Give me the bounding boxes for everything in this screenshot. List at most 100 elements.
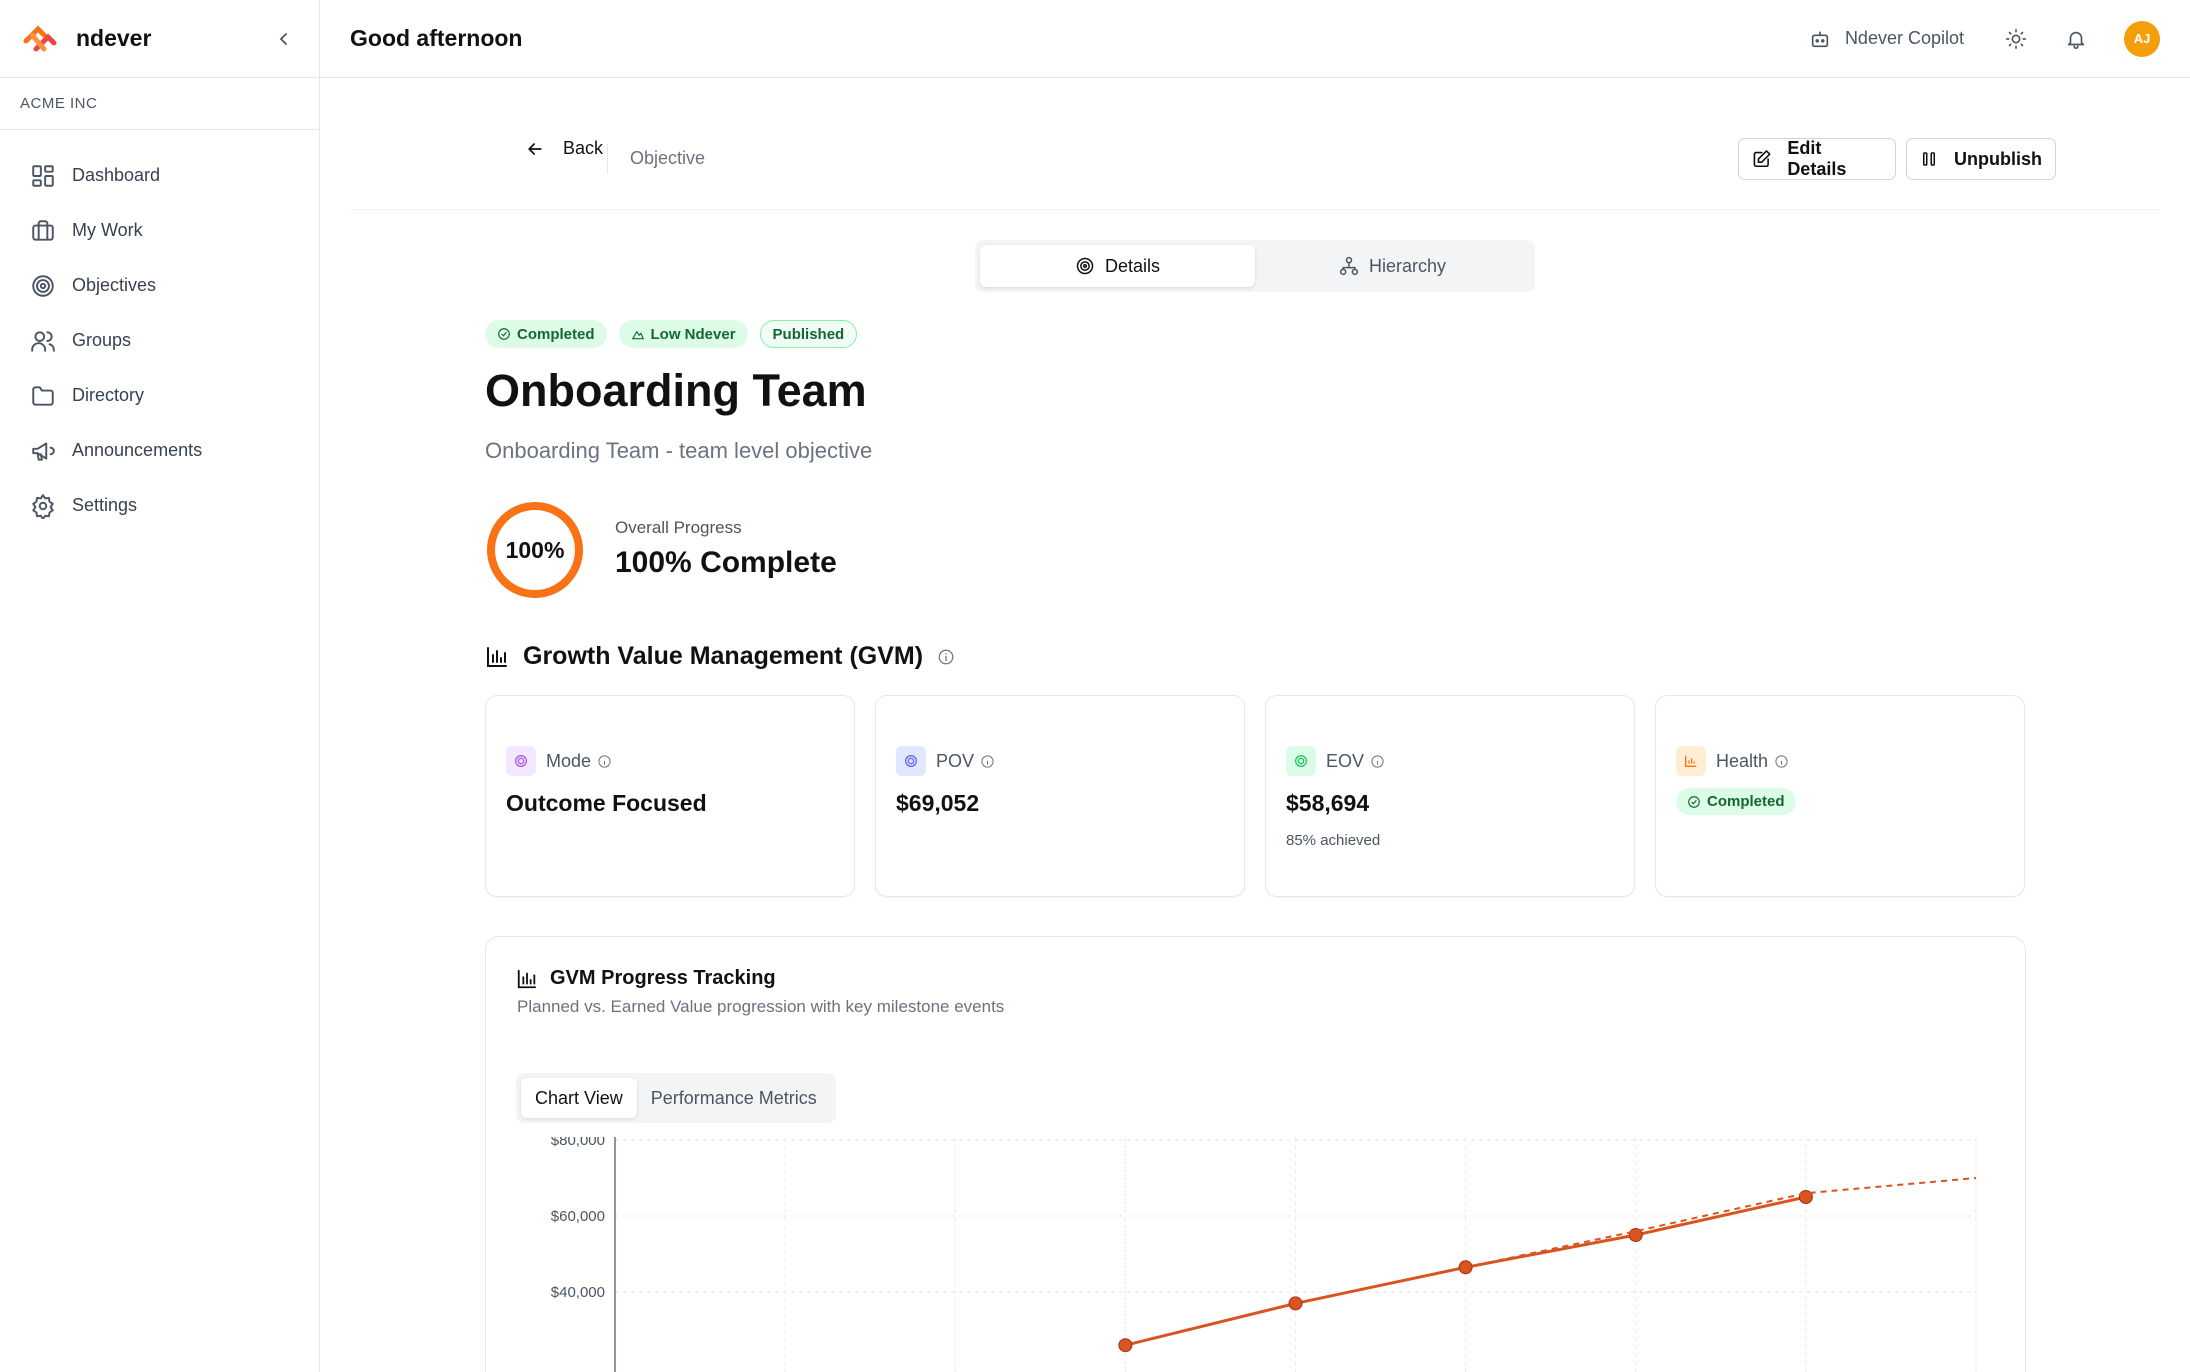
notifications-button[interactable] [2064,27,2088,51]
tab-performance-metrics[interactable]: Performance Metrics [637,1078,831,1118]
tab-chart-view[interactable]: Chart View [521,1078,637,1118]
mountain-icon [631,330,644,340]
bar-chart-icon [1685,755,1697,767]
sidebar-item-label: Dashboard [72,165,161,185]
gvm-tracking-card: GVM Progress Tracking Planned vs. Earned… [485,936,2026,1372]
card-label: Mode [546,750,592,771]
sidebar-item-label: Settings [72,495,138,515]
risk-badge-label: Low Ndever [650,325,736,343]
view-tabs: Details Hierarchy [975,240,1535,292]
back-label: Back [563,138,604,158]
greeting: Good afternoon [350,25,523,51]
card-value: $58,694 [1286,790,1370,816]
sidebar-item-directory[interactable]: Directory [0,368,319,423]
sidebar-item-groups[interactable]: Groups [0,313,319,368]
sidebar-item-announcements[interactable]: Announcements [0,423,319,478]
edit-details-button[interactable]: Edit Details [1738,138,1896,180]
sidebar-item-objectives[interactable]: Objectives [0,258,319,313]
breadcrumb: Objective [630,148,706,168]
folder-icon [32,385,54,406]
unpublish-button[interactable]: Unpublish [1906,138,2056,180]
bell-icon [2067,31,2085,49]
sun-icon [2006,28,2026,49]
avatar[interactable]: AJ [2124,20,2160,57]
check-circle-icon [1688,795,1700,808]
theme-toggle-button[interactable] [2004,27,2028,51]
card-value: $69,052 [896,790,980,816]
card-label: Health [1716,750,1769,771]
sidebar-item-my-work[interactable]: My Work [0,203,319,258]
gvm-section-title: Growth Value Management (GVM) [485,642,955,671]
back-button[interactable]: Back [525,138,603,159]
edit-details-label: Edit Details [1787,138,1847,179]
sub-toolbar: Back Objective Edit Details Unpublish [350,78,2160,210]
bar-chart-icon [487,646,507,667]
gvm-card-pov: POV $69,052 [875,695,1245,897]
tracking-title-label: GVM Progress Tracking [550,967,776,989]
tab-hierarchy-label: Hierarchy [1368,255,1447,276]
info-icon[interactable] [980,754,995,769]
card-icon [506,746,536,776]
collapse-sidebar-button[interactable] [271,26,297,52]
status-badge-label: Completed [517,325,595,343]
org-name: ACME INC [0,78,319,130]
top-header: Good afternoon Ndever Copilot AJ [320,0,2190,78]
status-badge: Completed [485,320,607,348]
edit-icon [1753,150,1771,168]
y-tick-label: $40,000 [551,1284,605,1301]
data-point [1288,1296,1303,1311]
risk-badge: Low Ndever [618,320,748,348]
info-icon[interactable] [1774,754,1789,769]
app-root: ndever ACME INC Dashboard My Work Object… [0,0,2190,1372]
gear-icon [32,493,54,519]
tab-details-label: Details [1104,255,1161,276]
gvm-title-label: Growth Value Management (GVM) [523,642,924,670]
sidebar-item-label: My Work [72,220,143,240]
info-icon[interactable] [597,754,612,769]
sidebar-item-label: Directory [72,385,145,405]
progress-value: 100% Complete [615,546,837,579]
copilot-button[interactable]: Ndever Copilot [1809,28,1964,50]
card-icon [896,746,926,776]
card-header: EOV [1286,746,1385,776]
sidebar-nav: Dashboard My Work Objectives Groups Dire… [0,130,319,533]
sidebar-item-label: Objectives [72,275,157,295]
briefcase-icon [32,219,54,241]
hierarchy-icon [1339,256,1359,276]
progress-label: Overall Progress [615,518,742,537]
chevron-left-icon [279,32,287,45]
bar-chart-icon [517,969,537,988]
dashboard-icon [32,164,54,187]
gvm-card-health: Health Completed [1655,695,2025,897]
chart-tabs: Chart View Performance Metrics [516,1073,836,1123]
megaphone-icon [32,441,55,461]
gvm-card-eov: EOV $58,694 85% achieved [1265,695,1635,897]
card-value: Outcome Focused [506,790,707,816]
tab-details[interactable]: Details [980,245,1255,287]
brand: ndever [0,0,319,78]
card-icon [1286,746,1316,776]
target-icon [1295,755,1307,767]
target-icon [515,755,527,767]
tracking-title: GVM Progress Tracking [516,967,776,990]
card-label: EOV [1326,750,1365,771]
gvm-card-mode: Mode Outcome Focused [485,695,855,897]
users-icon [31,330,55,352]
tab-hierarchy[interactable]: Hierarchy [1255,245,1530,287]
info-icon[interactable] [937,648,955,666]
check-circle-icon [498,328,510,340]
target-icon [1076,257,1094,275]
card-label: POV [936,750,975,771]
data-point [1118,1338,1133,1353]
sidebar-item-dashboard[interactable]: Dashboard [0,148,319,203]
info-icon[interactable] [1370,754,1385,769]
y-tick-label: $80,000 [551,1137,605,1149]
sidebar-item-label: Groups [72,330,132,350]
progress-ring-label: 100% [505,536,565,563]
sidebar-item-settings[interactable]: Settings [0,478,319,533]
page-subtitle: Onboarding Team - team level objective [485,438,873,463]
card-header: POV [896,746,995,776]
copilot-label: Ndever Copilot [1844,28,1964,48]
status-badges: Completed Low Ndever Published [485,320,869,348]
card-header: Health [1676,746,1789,776]
